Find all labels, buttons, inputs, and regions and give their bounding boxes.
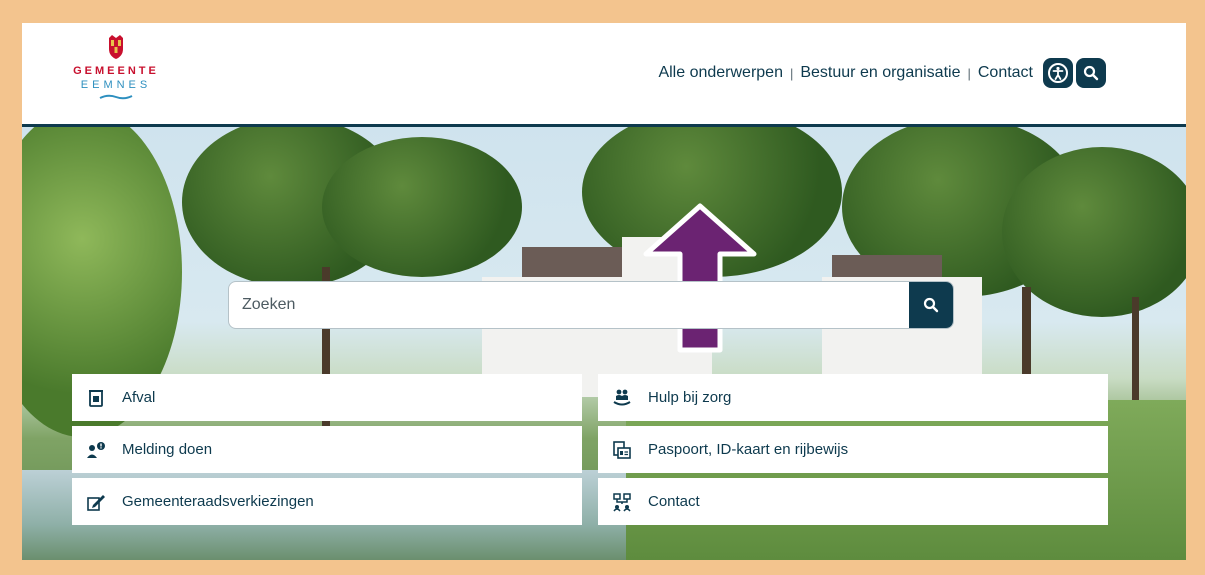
municipality-logo[interactable]: GEMEENTE EEMNES	[68, 35, 164, 115]
tile-melding-doen[interactable]: Melding doen	[72, 426, 582, 473]
report-person-icon	[86, 440, 106, 460]
search-input[interactable]	[229, 282, 909, 328]
tile-label: Melding doen	[122, 441, 213, 458]
contact-network-icon	[612, 492, 632, 512]
logo-text-gemeente: GEMEENTE	[73, 65, 159, 77]
tile-afval[interactable]: Afval	[72, 374, 582, 421]
accessibility-button[interactable]	[1043, 58, 1073, 88]
logo-text-eemnes: EEMNES	[80, 79, 152, 91]
main-navigation: Alle onderwerpen | Bestuur en organisati…	[658, 57, 1106, 89]
tile-label: Gemeenteraadsverkiezingen	[122, 493, 314, 510]
search-icon	[923, 297, 939, 313]
tile-label: Paspoort, ID-kaart en rijbewijs	[648, 441, 849, 458]
tile-label: Afval	[122, 389, 156, 406]
tile-paspoort-id-kaart-rijbewijs[interactable]: Paspoort, ID-kaart en rijbewijs	[598, 426, 1108, 473]
tile-gemeenteraadsverkiezingen[interactable]: Gemeenteraadsverkiezingen	[72, 478, 582, 525]
id-card-icon	[612, 440, 632, 460]
pen-write-icon	[86, 492, 106, 512]
search-submit-button[interactable]	[909, 282, 953, 328]
nav-link-bestuur-en-organisatie[interactable]: Bestuur en organisatie	[800, 64, 960, 82]
search-bar	[228, 281, 954, 329]
up-arrow-icon	[643, 203, 757, 353]
crest-icon	[109, 35, 123, 59]
hero-image: Afval Hulp bij zorg Melding doen Paspoor…	[22, 127, 1186, 560]
header-search-button[interactable]	[1076, 58, 1106, 88]
nav-link-contact[interactable]: Contact	[978, 64, 1033, 82]
nav-separator: |	[789, 65, 794, 81]
tile-hulp-bij-zorg[interactable]: Hulp bij zorg	[598, 374, 1108, 421]
accessibility-icon	[1048, 63, 1068, 83]
wave-icon	[99, 94, 133, 100]
nav-separator: |	[967, 65, 971, 81]
website: GEMEENTE EEMNES Alle onderwerpen | Bestu…	[22, 23, 1186, 560]
tile-label: Hulp bij zorg	[648, 389, 732, 406]
search-icon	[1083, 65, 1099, 81]
nav-link-alle-onderwerpen[interactable]: Alle onderwerpen	[658, 64, 783, 82]
site-header: GEMEENTE EEMNES Alle onderwerpen | Bestu…	[22, 23, 1186, 125]
tile-label: Contact	[648, 493, 700, 510]
waste-bin-icon	[86, 388, 106, 408]
care-help-icon	[612, 388, 632, 408]
tile-contact[interactable]: Contact	[598, 478, 1108, 525]
